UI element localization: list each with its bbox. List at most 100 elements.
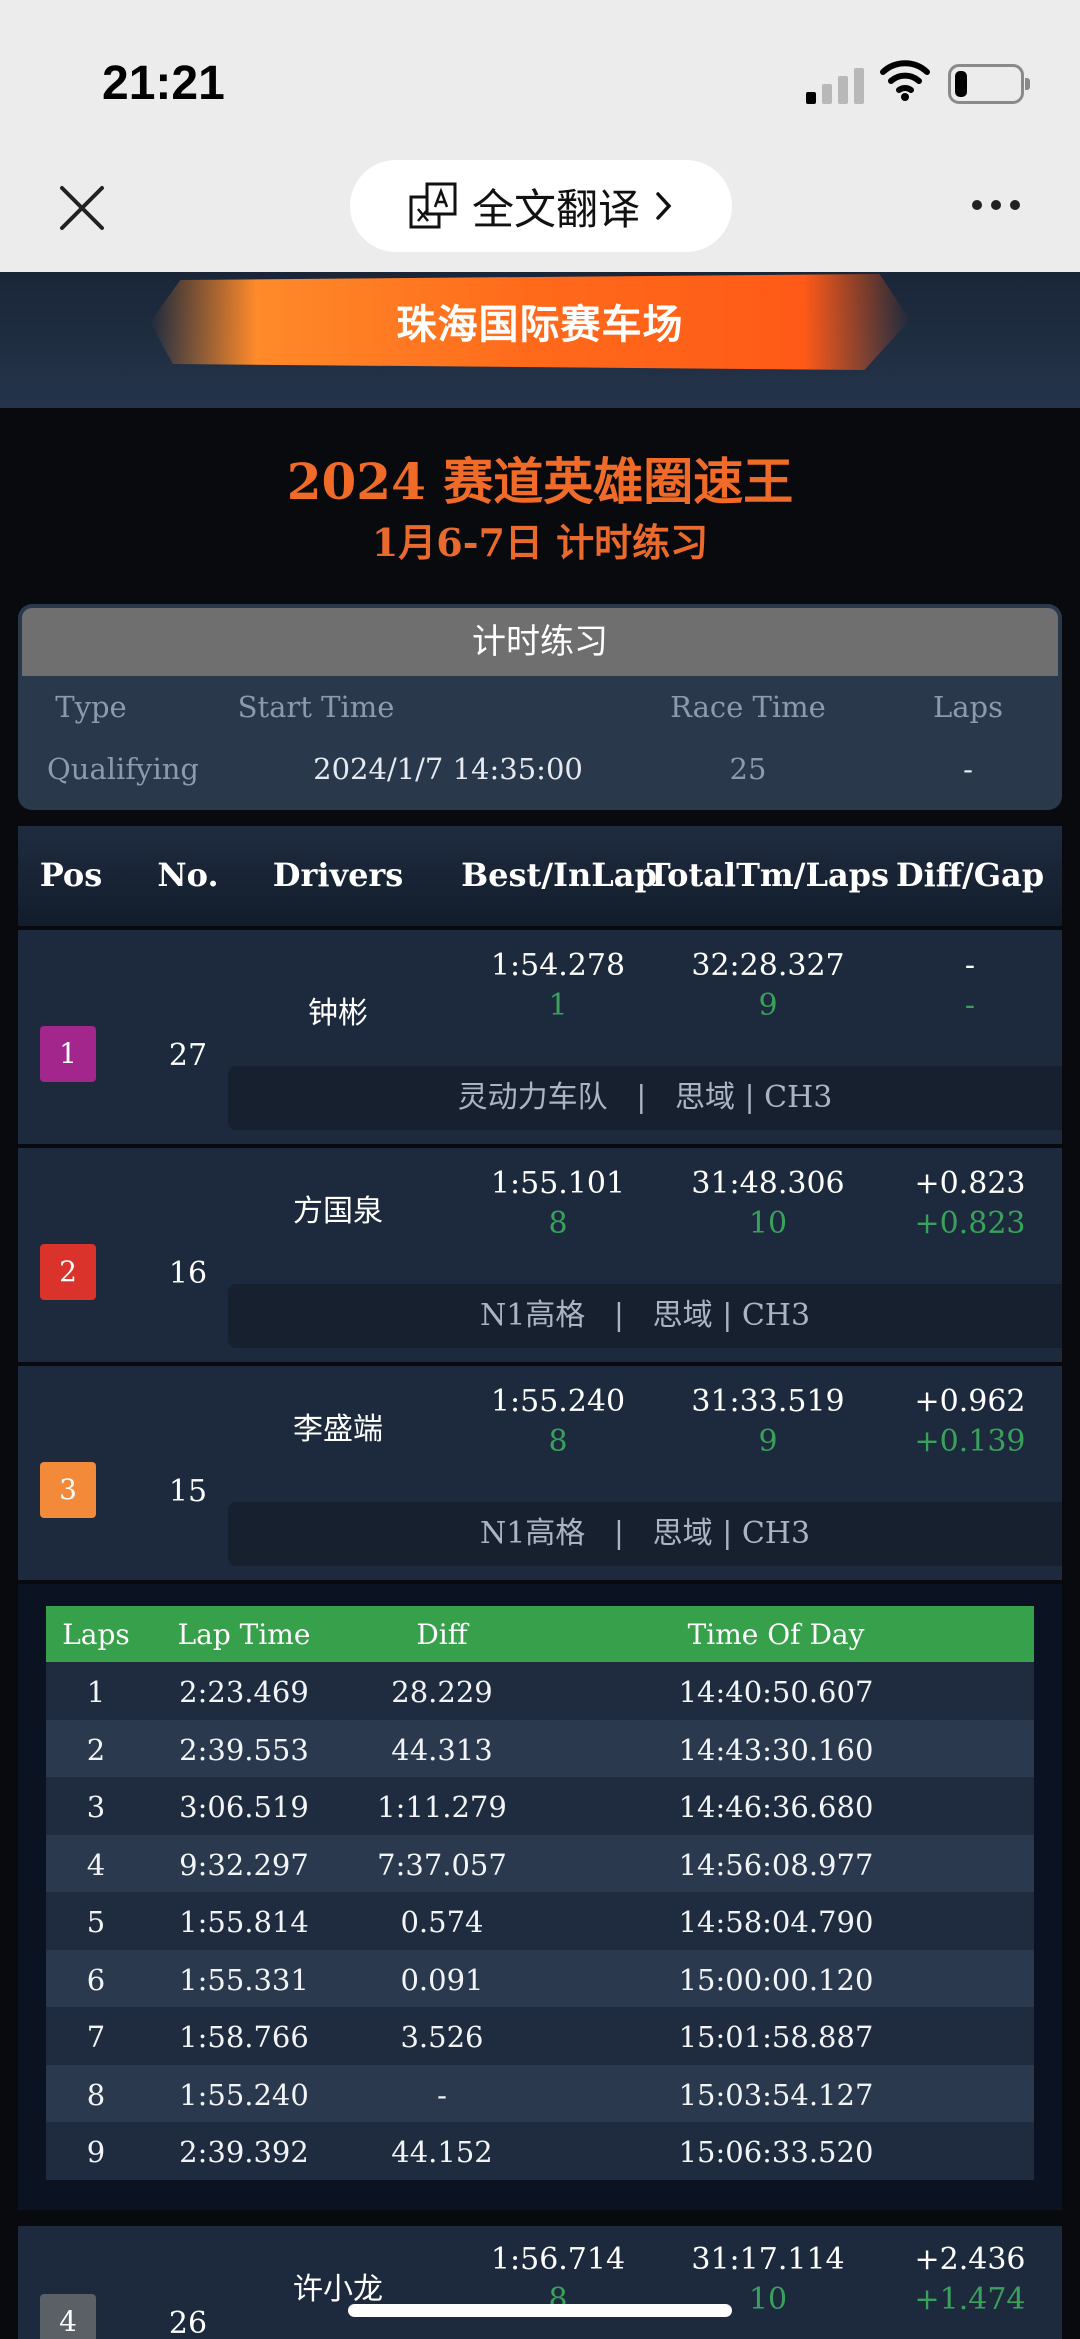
lap-row: 1 2:23.469 28.229 14:40:50.607 — [46, 1662, 1034, 1720]
translate-button[interactable]: 全文翻译 — [350, 160, 732, 252]
session-header-race-time: Race Time — [670, 690, 826, 724]
gap-value: +1.474 — [914, 2282, 1026, 2317]
lap-details-panel: Laps Lap Time Diff Time Of Day 1 2:23.469… — [18, 1584, 1062, 2210]
lap-time: 2:39.553 — [179, 1732, 309, 1767]
session-race-time: 25 — [729, 752, 767, 786]
lap-time: 1:55.331 — [179, 1962, 309, 1997]
lap-number: 2 — [86, 1732, 106, 1767]
lap-row: 5 1:55.814 0.574 14:58:04.790 — [46, 1892, 1034, 1950]
home-indicator[interactable] — [348, 2304, 732, 2317]
col-header-drivers: Drivers — [272, 856, 404, 894]
total-time: 32:28.327 — [691, 948, 845, 983]
lap-diff: 7:37.057 — [377, 1847, 507, 1882]
gap-value: - — [964, 988, 976, 1023]
session-laps: - — [963, 752, 973, 786]
cellular-signal-icon — [806, 66, 864, 104]
result-row[interactable]: 4 26 许小龙 1:56.714 8 31:17.114 10 +2.436 … — [18, 2226, 1062, 2339]
status-time: 21:21 — [102, 57, 225, 110]
lap-row: 8 1:55.240 - 15:03:54.127 — [46, 2064, 1034, 2122]
lap-row: 3 3:06.519 1:11.279 14:46:36.680 — [46, 1777, 1034, 1835]
lap-time-of-day: 15:00:00.120 — [678, 1962, 874, 1997]
team-separator: | — [594, 1516, 644, 1551]
session-info-panel: 计时练习 Type Start Time Race Time Laps Qual… — [18, 604, 1062, 810]
lap-diff: 44.152 — [391, 2135, 493, 2169]
driver-name: 李盛端 — [293, 1412, 383, 1447]
best-lap-number: 8 — [548, 1424, 568, 1459]
lap-number: 5 — [86, 1905, 106, 1939]
team-name: 灵动力车队 — [457, 1080, 608, 1115]
lap-time: 3:06.519 — [179, 1790, 309, 1824]
team-separator: | — [617, 1080, 666, 1115]
team-name: N1高格 — [479, 1298, 586, 1333]
col-header-pos: Pos — [39, 856, 103, 894]
lap-time: 2:39.392 — [179, 2135, 309, 2169]
results-page: 2024 赛道英雄圈速王 1月6-7日 计时练习 计时练习 Type Start… — [0, 408, 1080, 2339]
lap-number: 8 — [86, 2077, 106, 2112]
lap-diff: - — [437, 2077, 447, 2112]
driver-name: 许小龙 — [293, 2272, 383, 2307]
lap-time-of-day: 15:06:33.520 — [678, 2135, 874, 2169]
diff-value: +0.962 — [914, 1384, 1026, 1419]
lap-row: 9 2:39.392 44.152 15:06:33.520 — [46, 2122, 1034, 2180]
result-row[interactable]: 2 16 方国泉 1:55.101 8 31:48.306 10 +0.823 … — [18, 1148, 1062, 1362]
position-badge: 3 — [40, 1462, 96, 1518]
lap-time: 2:23.469 — [179, 1675, 309, 1709]
team-car-info: N1高格 | 思域 | CH3 — [228, 1284, 1062, 1348]
session-title: 计时练习 — [22, 608, 1058, 676]
lap-time: 1:55.240 — [179, 2077, 309, 2112]
diff-value: +2.436 — [914, 2242, 1026, 2277]
lap-row: 4 9:32.297 7:37.057 14:56:08.977 — [46, 1834, 1034, 1892]
wifi-icon — [880, 60, 930, 101]
lap-header-laps: Laps — [62, 1618, 130, 1651]
close-icon[interactable] — [56, 182, 108, 234]
lap-time-of-day: 15:03:54.127 — [678, 2077, 874, 2112]
result-row[interactable]: 1 27 钟彬 1:54.278 1 32:28.327 9 - - 灵动力车队… — [18, 930, 1062, 1144]
session-header-start-time: Start Time — [237, 690, 395, 724]
diff-value: +0.823 — [914, 1166, 1026, 1201]
car-model: 思域 | CH3 — [652, 1298, 811, 1333]
lap-diff: 0.574 — [400, 1905, 484, 1939]
position-badge: 4 — [40, 2294, 96, 2339]
status-bar: 21:21 — [0, 0, 1080, 160]
lap-time-of-day: 14:40:50.607 — [678, 1675, 874, 1709]
position-badge: 2 — [40, 1244, 96, 1300]
session-header-laps: Laps — [933, 690, 1003, 724]
total-time: 31:17.114 — [691, 2242, 845, 2277]
best-lap-time: 1:54.278 — [490, 948, 626, 983]
driver-name: 方国泉 — [293, 1194, 383, 1229]
lap-time-of-day: 15:01:58.887 — [678, 2020, 874, 2054]
session-header-type: Type — [55, 690, 127, 724]
lap-time-of-day: 14:58:04.790 — [678, 1905, 874, 1939]
more-options-icon[interactable] — [972, 200, 1020, 210]
event-subtitle: 1月6-7日 计时练习 — [371, 520, 709, 565]
lap-number: 7 — [86, 2020, 106, 2054]
lap-time-of-day: 14:46:36.680 — [678, 1790, 874, 1824]
lap-table: Laps Lap Time Diff Time Of Day 1 2:23.469… — [46, 1606, 1034, 2180]
best-lap-time: 1:56.714 — [490, 2242, 626, 2277]
venue-title: 珠海国际赛车场 — [396, 302, 684, 348]
lap-time: 9:32.297 — [179, 1847, 309, 1882]
lap-table-body: 1 2:23.469 28.229 14:40:50.607 2 2:39.553 44.3… — [46, 1662, 1034, 2180]
best-lap-time: 1:55.240 — [490, 1384, 626, 1419]
lap-number: 9 — [86, 2135, 106, 2169]
team-car-info: N1高格 | 思域 | CH3 — [228, 1502, 1062, 1566]
total-laps: 10 — [748, 1206, 788, 1241]
total-laps: 9 — [758, 1424, 778, 1459]
diff-value: - — [964, 948, 976, 983]
result-row[interactable]: 3 15 李盛端 1:55.240 8 31:33.519 9 +0.962 +… — [18, 1366, 1062, 1580]
col-header-no: No. — [157, 856, 219, 894]
gap-value: +0.823 — [914, 1206, 1026, 1241]
lap-header-time-of-day: Time Of Day — [687, 1618, 865, 1651]
lap-header-diff: Diff — [416, 1618, 468, 1651]
session-start-time: 2024/1/7 14:35:00 — [313, 752, 583, 786]
lap-row: 7 1:58.766 3.526 15:01:58.887 — [46, 2007, 1034, 2065]
team-separator: | — [594, 1298, 644, 1333]
col-header-diff-gap: Diff/Gap — [895, 856, 1045, 894]
col-header-total-laps: TotalTm/Laps — [646, 856, 890, 894]
best-lap-number: 8 — [548, 1206, 568, 1241]
lap-row: 6 1:55.331 0.091 15:00:00.120 — [46, 1949, 1034, 2007]
lap-number: 6 — [86, 1962, 106, 1997]
team-name: N1高格 — [479, 1516, 586, 1551]
lap-number: 1 — [86, 1675, 106, 1709]
lap-diff: 1:11.279 — [377, 1790, 507, 1824]
